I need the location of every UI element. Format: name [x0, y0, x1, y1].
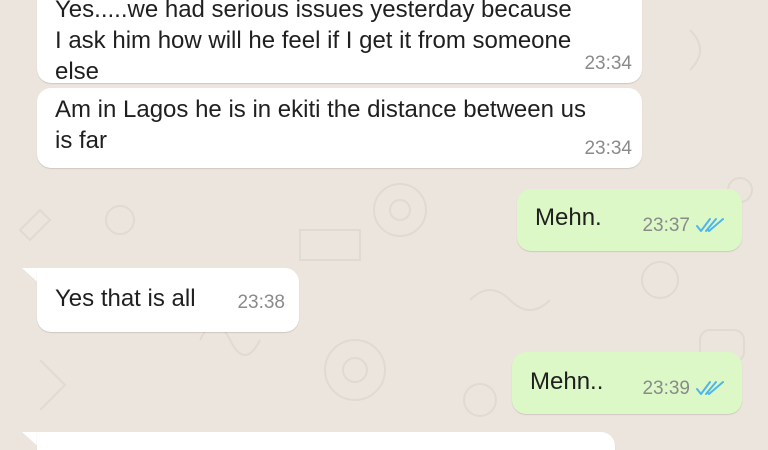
- message-text: Mehn.: [535, 204, 602, 231]
- message-text: Yes.....we had serious issues yesterday …: [55, 0, 572, 85]
- chat-area[interactable]: Yes.....we had serious issues yesterday …: [0, 0, 768, 450]
- message-bubble-outgoing[interactable]: Mehn. 23:37: [517, 189, 742, 251]
- message-text: Mehn..: [530, 368, 604, 395]
- message-time: 23:38: [237, 292, 285, 313]
- message-bubble-incoming[interactable]: [37, 432, 615, 450]
- double-check-read-icon: [696, 218, 724, 232]
- message-bubble-outgoing[interactable]: Mehn.. 23:39: [512, 352, 742, 414]
- message-text: Yes that is all: [55, 285, 196, 312]
- message-time: 23:37: [642, 215, 690, 236]
- message-bubble-incoming[interactable]: Yes that is all 23:38: [37, 268, 299, 332]
- message-text: Am in Lagos he is in ekiti the distance …: [55, 96, 586, 154]
- message-time: 23:34: [584, 53, 632, 74]
- double-check-read-icon: [696, 381, 724, 395]
- message-time: 23:39: [642, 378, 690, 399]
- message-time: 23:34: [584, 138, 632, 159]
- message-bubble-incoming[interactable]: Am in Lagos he is in ekiti the distance …: [37, 88, 642, 168]
- message-bubble-incoming[interactable]: Yes.....we had serious issues yesterday …: [37, 0, 642, 85]
